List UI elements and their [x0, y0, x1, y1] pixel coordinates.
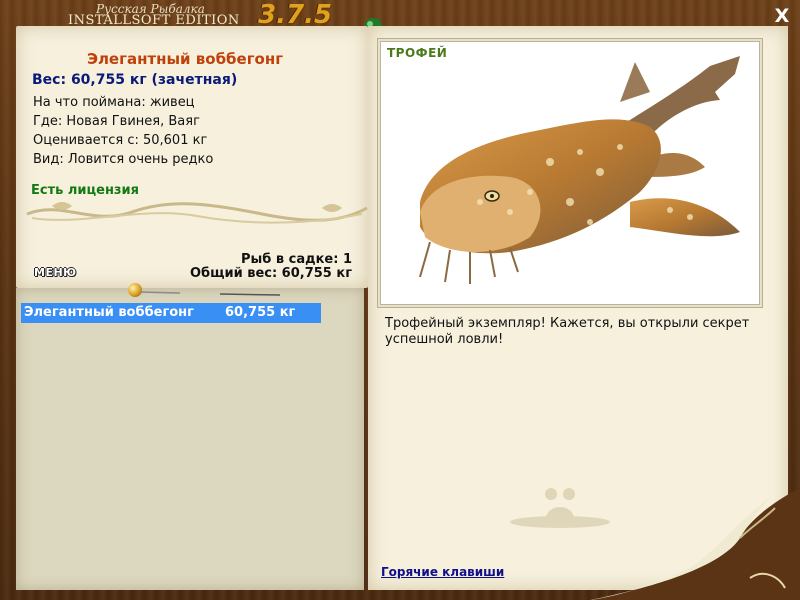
- list-item[interactable]: Элегантный воббегонг 60,755 кг: [21, 303, 321, 323]
- trophy-message: Трофейный экземпляр! Кажется, вы открыли…: [385, 316, 750, 347]
- keepnet-count: Рыб в садке: 1: [240, 252, 352, 267]
- menu-button[interactable]: МЕНЮ: [34, 266, 77, 279]
- keepnet-total-weight: Общий вес: 60,755 кг: [189, 266, 352, 281]
- ornament-divider: [26, 202, 368, 224]
- location-info: Где: Новая Гвинея, Ваяг: [33, 114, 200, 129]
- fish-image: [419, 56, 740, 284]
- list-item-weight: 60,755 кг: [225, 305, 296, 320]
- page-curl-decoration: [590, 488, 800, 600]
- close-button[interactable]: X: [772, 6, 792, 26]
- hotkeys-link[interactable]: Горячие клавиши: [381, 565, 504, 579]
- fish-name: Элегантный воббегонг: [86, 50, 284, 68]
- rated-info: Оценивается с: 50,601 кг: [33, 133, 208, 148]
- rarity-info: Вид: Ловится очень редко: [33, 152, 214, 167]
- list-item-name: Элегантный воббегонг: [24, 305, 194, 320]
- needle-icon: [140, 291, 280, 296]
- bait-info: На что поймана: живец: [33, 95, 195, 110]
- fish-weight: Вес: 60,755 кг (зачетная): [32, 72, 238, 88]
- catch-list-panel: [16, 288, 364, 590]
